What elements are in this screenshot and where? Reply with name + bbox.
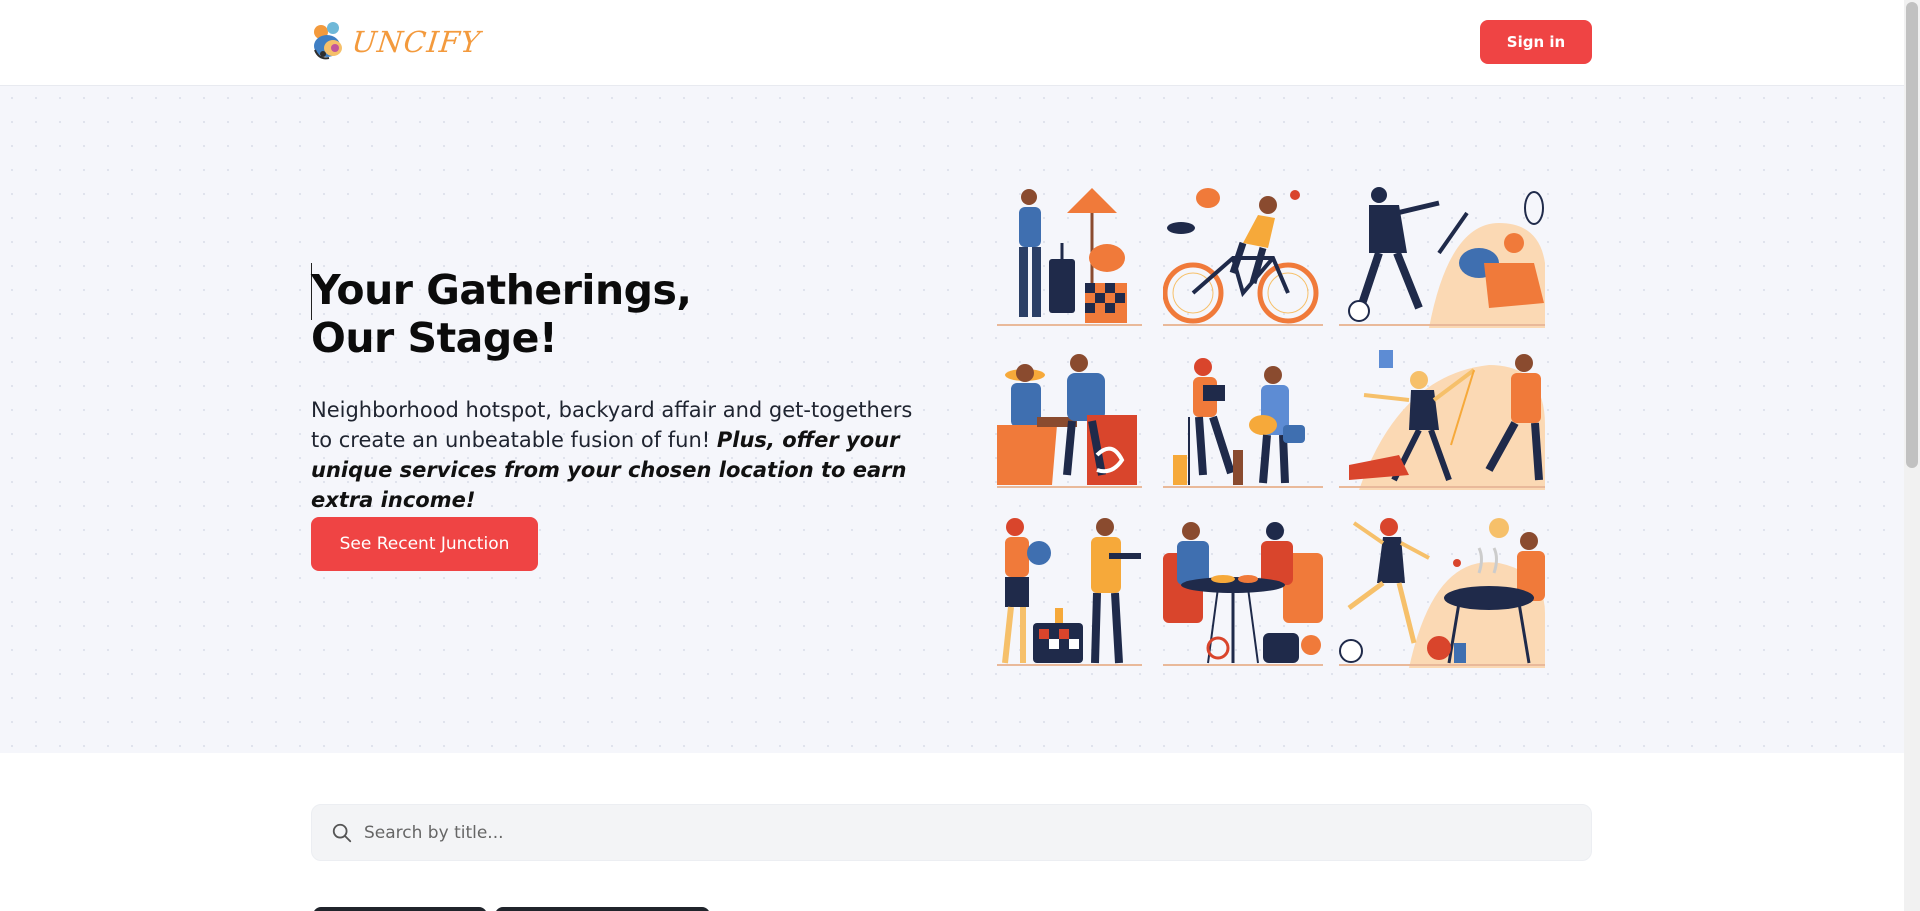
see-recent-junction-button[interactable]: See Recent Junction (311, 517, 538, 571)
top-navbar: UNCIFY Sign in (0, 0, 1904, 86)
vertical-scrollbar[interactable] (1904, 0, 1920, 911)
card-peek-1[interactable] (313, 907, 487, 911)
soccer-player-icon (1339, 183, 1545, 328)
search-icon (332, 823, 352, 843)
hero-section: Your Gatherings, Our Stage! Neighborhood… (0, 86, 1904, 753)
woman-reading-man-guitar-icon (1163, 345, 1323, 490)
hero-title-line-2: Our Stage! (311, 314, 558, 362)
hero-title-line-1: Your Gatherings, (311, 266, 692, 314)
woman-with-ball-man-with-tray-icon (997, 513, 1142, 668)
hero-description: Neighborhood hotspot, backyard affair an… (311, 395, 931, 515)
person-with-luggage-icon (997, 183, 1142, 328)
illustration-grid (997, 183, 1545, 683)
woman-dancing-icon (1339, 345, 1545, 490)
hero-title: Your Gatherings, Our Stage! (311, 266, 692, 362)
logo-text: UNCIFY (350, 25, 483, 59)
search-bar (311, 804, 1592, 861)
card-peek-2[interactable] (495, 907, 710, 911)
search-input[interactable] (364, 805, 1564, 860)
scrollbar-thumb[interactable] (1906, 2, 1918, 468)
sign-in-button[interactable]: Sign in (1480, 20, 1592, 64)
logo[interactable]: UNCIFY (311, 18, 483, 66)
couple-dining-icon (1163, 513, 1323, 668)
woman-running-barbecue-icon (1339, 513, 1545, 668)
logo-mark-icon (311, 20, 351, 64)
people-at-table-icon (997, 345, 1142, 490)
cyclist-icon (1163, 183, 1323, 328)
